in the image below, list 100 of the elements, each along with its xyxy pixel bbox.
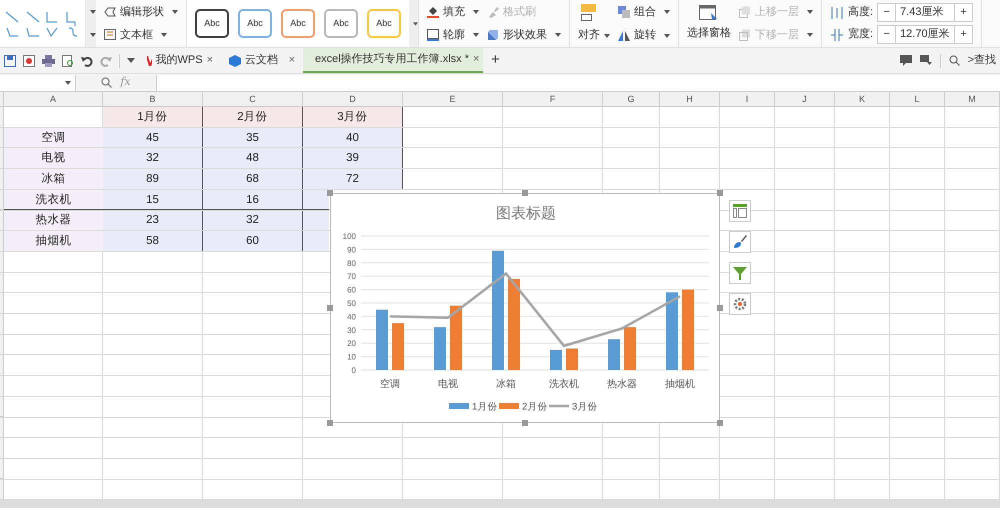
print-preview-icon[interactable]	[62, 54, 74, 66]
shape-style-preset[interactable]: Abc	[195, 9, 229, 38]
chat-icon[interactable]	[900, 55, 912, 66]
row-header[interactable]	[0, 148, 4, 170]
redo-icon[interactable]	[100, 54, 112, 66]
resize-handle[interactable]	[717, 305, 723, 311]
column-header[interactable]: J	[775, 92, 835, 106]
search-link[interactable]: >查找	[968, 52, 996, 69]
row-header[interactable]	[0, 169, 4, 190]
close-icon[interactable]: ×	[206, 52, 213, 69]
resize-handle[interactable]	[327, 190, 333, 196]
resize-handle[interactable]	[717, 190, 723, 196]
table-cell: 23	[103, 210, 203, 232]
row-header[interactable]	[0, 252, 4, 272]
print-icon[interactable]	[42, 54, 55, 66]
row-header[interactable]	[0, 458, 4, 480]
edit-shape-button[interactable]: 编辑形状	[104, 4, 178, 20]
chart-style-button[interactable]	[729, 231, 751, 253]
category-label: 抽烟机	[665, 379, 695, 390]
row-header[interactable]	[0, 355, 4, 376]
text-box-button[interactable]: 文本框	[104, 26, 178, 43]
shape-style-preset[interactable]: Abc	[238, 9, 272, 38]
table-cell: 1月份	[103, 107, 203, 128]
row-header[interactable]	[0, 438, 4, 459]
column-header[interactable]: C	[203, 92, 303, 106]
row-header[interactable]	[0, 190, 4, 210]
row-header[interactable]	[0, 231, 4, 252]
corner-header[interactable]	[0, 92, 4, 106]
group-button[interactable]: 组合	[618, 3, 670, 22]
bar	[392, 323, 404, 370]
column-header[interactable]: I	[720, 92, 775, 106]
shape-style-preset[interactable]: Abc	[281, 9, 315, 38]
row-header[interactable]	[0, 107, 4, 128]
row-header[interactable]	[0, 210, 4, 232]
column-header[interactable]: H	[660, 92, 720, 106]
column-header[interactable]: B	[103, 92, 203, 106]
document-tab[interactable]: 我的WPS ×	[139, 48, 221, 73]
fill-button[interactable]: 填充	[427, 4, 479, 20]
resize-handle[interactable]	[327, 305, 333, 311]
chart-filter-button[interactable]	[729, 262, 751, 284]
column-header[interactable]: M	[945, 92, 1000, 106]
shape-style-preset[interactable]: Abc	[367, 9, 401, 38]
height-field[interactable]: 7.43厘米	[896, 4, 954, 21]
row-header[interactable]	[0, 334, 4, 356]
caret-icon	[473, 32, 479, 37]
axis-tick-label: 20	[347, 339, 356, 348]
name-box[interactable]	[0, 74, 76, 90]
column-header[interactable]: G	[603, 92, 660, 106]
height-spinner[interactable]: − 7.43厘米 +	[877, 3, 974, 22]
axis-tick-label: 30	[347, 326, 356, 335]
text-box-icon	[104, 29, 116, 40]
resize-handle[interactable]	[522, 420, 528, 426]
dropdown-icon[interactable]	[127, 58, 135, 63]
connector-gallery[interactable]	[0, 0, 86, 47]
zoom-icon[interactable]	[101, 77, 112, 88]
pdf-icon[interactable]	[23, 54, 35, 66]
chart-elements-button[interactable]	[729, 200, 751, 222]
close-icon[interactable]: ×	[473, 51, 480, 68]
selection-pane-button[interactable]: 选择窗格	[679, 0, 739, 47]
chart-settings-button[interactable]	[729, 293, 751, 315]
settings-icon	[733, 297, 747, 311]
column-header[interactable]: D	[303, 92, 403, 106]
flag-icon[interactable]	[920, 55, 932, 66]
row-header[interactable]	[0, 293, 4, 314]
document-tab[interactable]: excel操作技巧专用工作簿.xlsx * ×	[303, 48, 483, 73]
column-header[interactable]: A	[4, 92, 103, 106]
filter-icon	[733, 266, 747, 280]
row-header[interactable]	[0, 376, 4, 397]
width-field[interactable]: 12.70厘米	[896, 26, 954, 43]
rotate-button[interactable]: 旋转	[618, 27, 670, 44]
column-header[interactable]: E	[403, 92, 503, 106]
shape-style-preset[interactable]: Abc	[324, 9, 358, 38]
table-cell: 72	[303, 169, 403, 190]
column-header[interactable]: F	[503, 92, 603, 106]
row-header[interactable]	[0, 396, 4, 418]
row-header[interactable]	[0, 272, 4, 294]
undo-icon[interactable]	[81, 54, 93, 66]
tab-label: 云文档	[245, 52, 279, 68]
resize-handle[interactable]	[717, 420, 723, 426]
bar	[434, 327, 446, 370]
table-cell: 冰箱	[4, 169, 103, 190]
align-button[interactable]: 对齐	[578, 27, 610, 44]
column-header[interactable]: L	[890, 92, 945, 106]
document-tab[interactable]: 云文档 ×	[221, 48, 303, 73]
row-header[interactable]	[0, 314, 4, 335]
formula-field[interactable]	[156, 74, 1000, 90]
width-spinner[interactable]: − 12.70厘米 +	[877, 25, 974, 44]
new-tab-icon[interactable]: +	[483, 49, 508, 72]
row-header[interactable]	[0, 417, 4, 438]
column-header[interactable]: K	[835, 92, 890, 106]
resize-handle[interactable]	[327, 420, 333, 426]
bar	[608, 339, 620, 370]
resize-handle[interactable]	[522, 190, 528, 196]
outline-button[interactable]: 轮廓	[427, 26, 479, 43]
category-label: 洗衣机	[549, 379, 579, 390]
save-icon[interactable]	[4, 54, 16, 66]
close-icon[interactable]: ×	[288, 52, 295, 69]
row-header[interactable]	[0, 479, 4, 500]
row-header[interactable]	[0, 128, 4, 148]
shape-effects-button[interactable]: 形状效果	[487, 26, 561, 43]
